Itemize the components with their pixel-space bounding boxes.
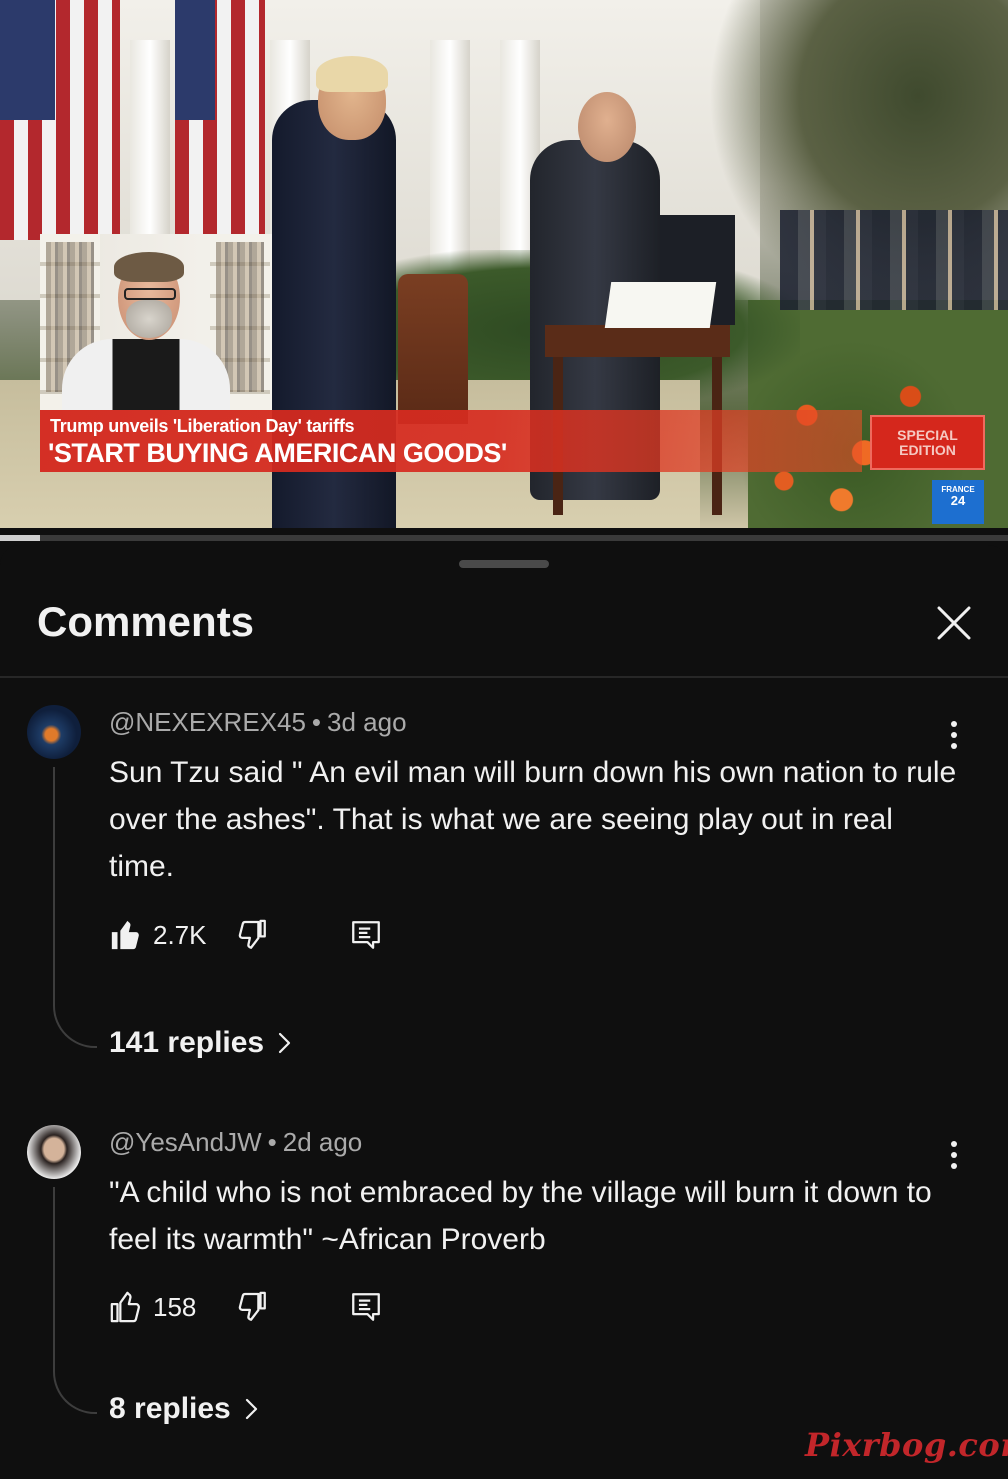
headline-kicker: Trump unveils 'Liberation Day' tariffs	[50, 416, 355, 436]
watermark: Pixrbog.com	[805, 1426, 1008, 1464]
close-button[interactable]	[928, 597, 980, 649]
view-replies-button[interactable]: 141 replies	[109, 1026, 292, 1060]
dislike-button[interactable]	[235, 1290, 269, 1324]
chair	[398, 274, 468, 424]
column	[430, 40, 470, 270]
thumbs-down-icon	[238, 1291, 266, 1321]
comment-author[interactable]: @NEXEXREX45	[109, 707, 306, 737]
comment-text: Sun Tzu said " An evil man will burn dow…	[109, 756, 957, 883]
close-icon	[937, 606, 971, 640]
crowd	[780, 210, 1008, 310]
document	[604, 282, 717, 328]
guest-inset	[40, 234, 272, 410]
reply-button[interactable]	[349, 1290, 383, 1324]
thread-connector	[53, 1187, 97, 1414]
reply-icon	[352, 1293, 380, 1321]
comment-text: "A child who is not embraced by the vill…	[109, 1176, 932, 1256]
comment-actions: 2.7K	[109, 918, 409, 958]
comment-item: @YesAndJW • 2d ago "A child who is not emb…	[0, 1125, 1008, 1445]
reply-button[interactable]	[349, 918, 383, 952]
aide-head	[578, 92, 636, 162]
divider	[0, 676, 1008, 678]
speaker-hair	[316, 56, 388, 92]
video-player[interactable]: Trump unveils 'Liberation Day' tariffs '…	[0, 0, 1008, 528]
comment-meta: @NEXEXREX45 • 3d ago	[109, 707, 407, 737]
american-flag	[175, 0, 265, 240]
thumbs-up-icon	[110, 1291, 140, 1323]
chevron-right-icon	[245, 1398, 257, 1420]
like-count: 2.7K	[153, 919, 207, 950]
progress-fill	[0, 535, 41, 541]
like-button[interactable]: 2.7K	[109, 918, 207, 952]
reply-icon	[352, 921, 380, 949]
video-progress-bar[interactable]	[0, 535, 1008, 541]
news-lower-third: Trump unveils 'Liberation Day' tariffs '…	[40, 410, 862, 472]
view-replies-button[interactable]: 8 replies	[109, 1392, 259, 1426]
dislike-button[interactable]	[235, 918, 269, 952]
comment-author[interactable]: @YesAndJW	[109, 1127, 262, 1157]
channel-logo: FRANCE 24	[932, 480, 984, 524]
like-count: 158	[153, 1291, 197, 1322]
comment-time: 3d ago	[327, 707, 407, 737]
like-button[interactable]: 158	[109, 1290, 196, 1324]
comment-meta: @YesAndJW • 2d ago	[109, 1127, 363, 1157]
thumbs-down-icon	[238, 919, 266, 949]
special-edition-badge: SPECIAL EDITION	[870, 415, 985, 470]
chevron-right-icon	[279, 1032, 291, 1054]
panel-title: Comments	[37, 598, 255, 645]
comment-time: 2d ago	[282, 1127, 363, 1157]
american-flag	[0, 0, 120, 240]
comment-actions: 158	[109, 1290, 409, 1330]
avatar[interactable]	[27, 1125, 81, 1179]
drag-handle[interactable]	[459, 560, 549, 568]
headline: 'START BUYING AMERICAN GOODS'	[48, 438, 507, 468]
avatar[interactable]	[27, 705, 81, 759]
thread-connector	[53, 767, 97, 1048]
thumbs-up-filled-icon	[111, 920, 139, 950]
comment-item: @NEXEXREX45 • 3d ago Sun Tzu said " An evi…	[0, 705, 1008, 1065]
